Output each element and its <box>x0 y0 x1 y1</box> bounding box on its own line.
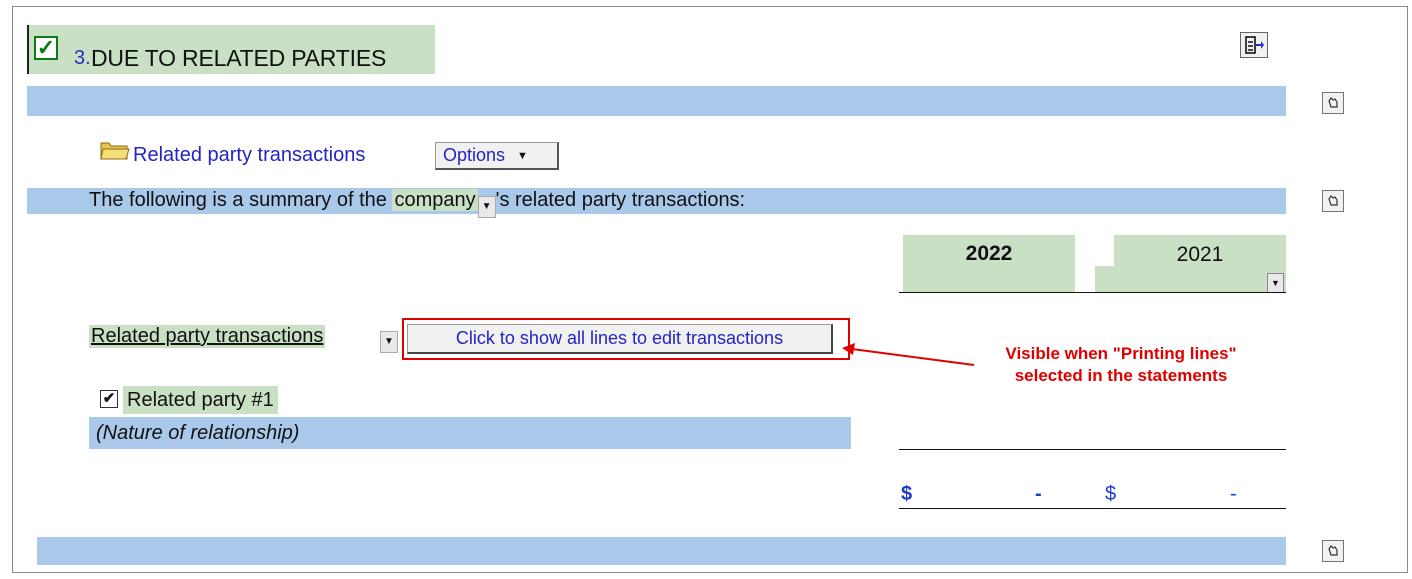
prior-year-header-bottom <box>1095 266 1286 292</box>
row-tool-button[interactable] <box>1322 190 1344 212</box>
total-prior: - <box>1230 483 1237 505</box>
relationship-placeholder: (Nature of relationship) <box>96 422 300 444</box>
header-underline <box>899 292 1286 293</box>
options-dropdown[interactable]: Options ▼ <box>435 142 559 170</box>
options-label: Options <box>443 145 506 165</box>
row-tool-button[interactable] <box>1322 92 1344 114</box>
pointer-hand-icon <box>1328 195 1338 206</box>
summary-sentence: The following is a summary of the compan… <box>89 189 745 218</box>
current-year-label: 2022 <box>965 242 1013 265</box>
callout-line-1: Visible when "Printing lines" <box>1005 344 1237 363</box>
summary-suffix: 's related party transactions: <box>495 189 746 211</box>
chevron-down-icon[interactable]: ▼ <box>1267 273 1284 293</box>
section-number: 3. <box>74 47 91 69</box>
empty-row-band[interactable] <box>27 86 1286 116</box>
amount-entry-line <box>899 449 1286 450</box>
entity-name[interactable]: company <box>392 189 478 211</box>
total-current: - <box>1035 483 1042 505</box>
export-button[interactable] <box>1240 32 1268 58</box>
callout-note: Visible when "Printing lines" selected i… <box>916 343 1326 387</box>
pointer-hand-icon <box>1328 545 1338 556</box>
show-all-lines-button[interactable]: Click to show all lines to edit transact… <box>407 324 833 354</box>
pointer-hand-icon <box>1328 97 1338 108</box>
currency-symbol-current: $ <box>901 483 913 505</box>
currency-symbol-prior: $ <box>1105 483 1117 505</box>
related-party-label[interactable]: Related party #1 <box>123 386 278 414</box>
checkbox-checked-icon[interactable]: ✔ <box>100 390 118 408</box>
checkbox-checked-icon[interactable]: ✓ <box>34 36 58 60</box>
related-party-transactions-label[interactable]: Related party transactions <box>89 325 326 348</box>
folder-icon[interactable] <box>99 139 131 161</box>
chevron-down-icon[interactable]: ▼ <box>477 196 496 218</box>
summary-prefix: The following is a summary of the <box>89 189 387 211</box>
callout-line-2: selected in the statements <box>1014 366 1228 385</box>
chevron-down-icon: ▼ <box>517 149 528 162</box>
row-tool-button[interactable] <box>1322 540 1344 562</box>
related-party-transactions-link[interactable]: Related party transactions <box>133 144 365 167</box>
section-title: DUE TO RELATED PARTIES <box>91 45 387 71</box>
total-underline <box>899 508 1286 509</box>
export-arrow-icon <box>1245 36 1264 54</box>
prior-year-label: 2021 <box>1176 243 1224 266</box>
chevron-down-icon[interactable]: ▼ <box>380 331 398 353</box>
empty-row-band-bottom[interactable] <box>37 537 1286 565</box>
